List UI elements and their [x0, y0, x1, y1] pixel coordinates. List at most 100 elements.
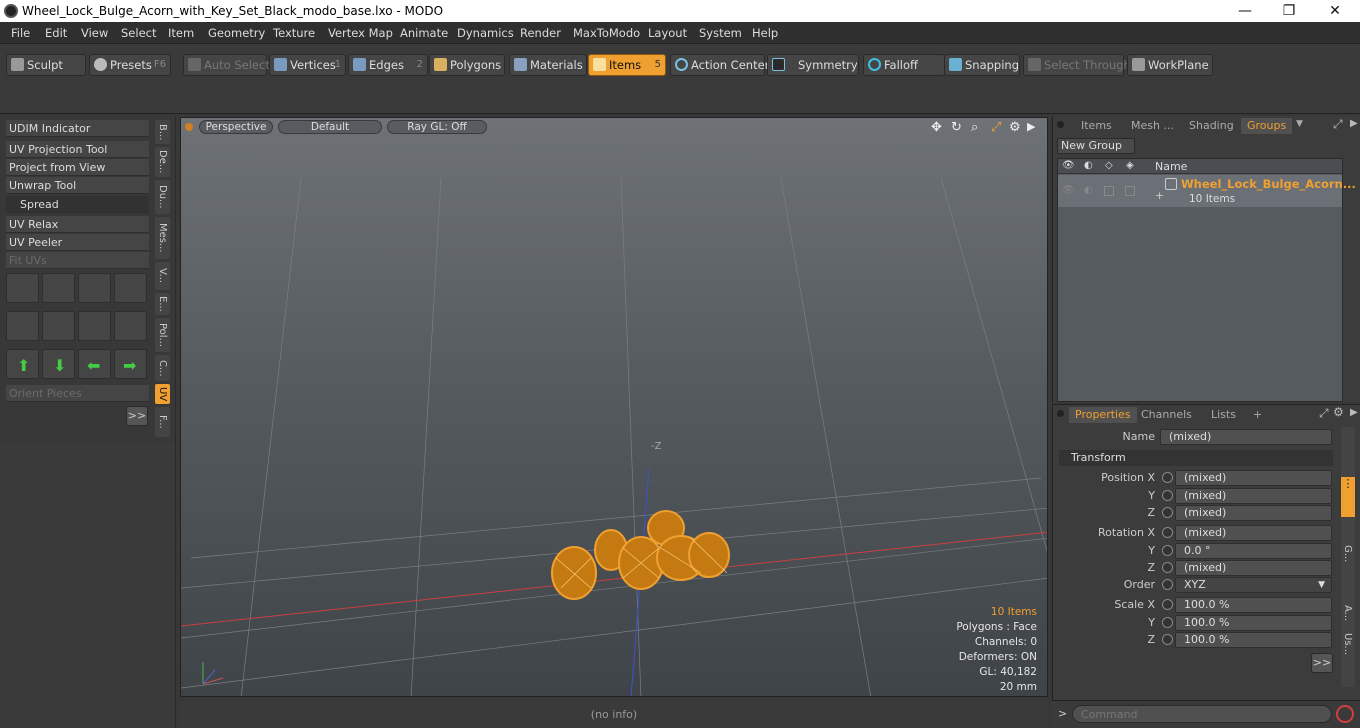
scale-y-anim-icon[interactable] — [1162, 617, 1173, 628]
arrow-left-icon[interactable]: ⬅ — [78, 349, 111, 379]
rotation-y-anim-icon[interactable] — [1162, 545, 1173, 556]
order-dropdown[interactable]: XYZ ▼ — [1175, 577, 1332, 593]
udim-indicator-button[interactable]: UDIM Indicator — [6, 120, 149, 137]
menu-geometry[interactable]: Geometry — [208, 26, 265, 40]
vtab-curve[interactable]: C... — [155, 355, 170, 381]
tab-properties[interactable]: Properties — [1069, 407, 1137, 423]
vtab-duplicate[interactable]: Du... — [155, 180, 170, 214]
3d-viewport[interactable]: Perspective Default Ray GL: Off ✥ ↻ ⌕ ⤢ … — [180, 117, 1048, 697]
uv-transform-icon[interactable] — [6, 273, 39, 303]
more-tools-button[interactable]: >> — [126, 406, 148, 426]
scale-z-anim-icon[interactable] — [1162, 634, 1173, 645]
rotation-z-field[interactable]: (mixed) — [1175, 560, 1332, 576]
fit-uvs-button[interactable]: Fit UVs — [6, 252, 149, 269]
close-button[interactable]: ✕ — [1320, 2, 1350, 20]
minimize-button[interactable]: — — [1230, 2, 1260, 20]
rotation-y-field[interactable]: 0.0 ° — [1175, 543, 1332, 559]
tab-mesh[interactable]: Mesh ... — [1131, 118, 1174, 134]
materials-button[interactable]: Materials — [509, 54, 587, 76]
name-field[interactable]: (mixed) — [1160, 429, 1332, 445]
rotation-x-field[interactable]: (mixed) — [1175, 525, 1332, 541]
panel-expand-icon[interactable]: ▶ — [1350, 118, 1358, 129]
vtab-vertex[interactable]: V... — [155, 262, 170, 290]
menu-render[interactable]: Render — [520, 26, 561, 40]
menu-dynamics[interactable]: Dynamics — [457, 26, 514, 40]
maximize-button[interactable]: ❐ — [1274, 2, 1304, 20]
snapping-button[interactable]: Snapping — [944, 54, 1020, 76]
presets-button[interactable]: Presets F6 — [89, 54, 171, 76]
arrow-right-icon[interactable]: ➡ — [114, 349, 147, 379]
uv-relax-button[interactable]: UV Relax — [6, 216, 149, 233]
tab-items[interactable]: Items — [1081, 118, 1112, 134]
row-lock-icon[interactable]: ◐ — [1084, 185, 1093, 196]
scale-z-field[interactable]: 100.0 % — [1175, 632, 1332, 648]
position-y-anim-icon[interactable] — [1162, 490, 1173, 501]
uv-rotate-icon[interactable] — [42, 273, 75, 303]
rotation-z-anim-icon[interactable] — [1162, 562, 1173, 573]
rotation-x-anim-icon[interactable] — [1162, 527, 1173, 538]
symmetry-button[interactable]: Symmetry — [767, 54, 859, 76]
polygons-button[interactable]: Polygons — [429, 54, 505, 76]
uv-grid-icon[interactable] — [42, 311, 75, 341]
position-z-anim-icon[interactable] — [1162, 507, 1173, 518]
group-row[interactable]: 👁 ◐ + Wheel_Lock_Bulge_Acorn... 10 Items — [1058, 175, 1356, 207]
props-menu-icon[interactable] — [1057, 410, 1064, 417]
props-expand-icon[interactable]: ▶ — [1350, 407, 1358, 418]
render-column-icon[interactable]: ◈ — [1126, 160, 1134, 171]
menu-texture[interactable]: Texture — [273, 26, 315, 40]
props-settings-gear-icon[interactable]: ⚙ — [1333, 405, 1344, 419]
uv-warp-icon[interactable] — [6, 311, 39, 341]
menu-select[interactable]: Select — [121, 26, 156, 40]
arrow-down-icon[interactable]: ⬇ — [42, 349, 75, 379]
tab-channels[interactable]: Channels — [1141, 407, 1192, 423]
side-tab-g[interactable]: G... — [1342, 545, 1353, 562]
uv-box-icon[interactable] — [114, 273, 147, 303]
menu-system[interactable]: System — [699, 26, 742, 40]
visibility-eye-icon[interactable]: 👁 — [1062, 160, 1075, 171]
vtab-basic[interactable]: B... — [155, 120, 170, 144]
expand-plus-icon[interactable]: + — [1155, 189, 1164, 202]
position-z-field[interactable]: (mixed) — [1175, 505, 1332, 521]
sculpt-button[interactable]: Sculpt — [6, 54, 86, 76]
menu-vertex-map[interactable]: Vertex Map — [328, 26, 393, 40]
tab-lists[interactable]: Lists — [1211, 407, 1236, 423]
record-macro-icon[interactable] — [1336, 705, 1354, 723]
menu-edit[interactable]: Edit — [45, 26, 67, 40]
row-visibility-icon[interactable]: 👁 — [1062, 185, 1075, 196]
side-tab-us[interactable]: Us... — [1342, 633, 1353, 655]
auto-select-button[interactable]: Auto Select — [183, 54, 270, 76]
vtab-uv[interactable]: UV — [155, 384, 170, 404]
tab-shading[interactable]: Shading — [1189, 118, 1234, 134]
vtab-deform[interactable]: De... — [155, 147, 170, 177]
spread-group-header[interactable]: Spread — [6, 196, 149, 213]
row-select-checkbox[interactable] — [1104, 186, 1114, 196]
workplane-button[interactable]: WorkPlane — [1127, 54, 1213, 76]
props-maximize-icon[interactable]: ⤢ — [1319, 406, 1329, 421]
tab-groups[interactable]: Groups — [1241, 118, 1293, 134]
uv-projection-tool-button[interactable]: UV Projection Tool — [6, 141, 149, 158]
vtab-polygon[interactable]: Pol... — [155, 318, 170, 352]
vtab-mesh-edit[interactable]: Mes... — [155, 217, 170, 259]
order-anim-icon[interactable] — [1162, 579, 1173, 590]
position-y-field[interactable]: (mixed) — [1175, 488, 1332, 504]
menu-item[interactable]: Item — [168, 26, 194, 40]
vtab-edge[interactable]: E... — [155, 293, 170, 315]
menu-animate[interactable]: Animate — [400, 26, 448, 40]
row-render-checkbox[interactable] — [1125, 186, 1135, 196]
new-group-button[interactable]: New Group — [1057, 138, 1135, 154]
menu-layout[interactable]: Layout — [648, 26, 687, 40]
uv-sphere-icon[interactable] — [114, 311, 147, 341]
more-props-button[interactable]: >> — [1311, 653, 1333, 673]
add-tab-button[interactable]: + — [1253, 407, 1262, 423]
transform-section-header[interactable]: Transform — [1059, 450, 1333, 466]
select-through-button[interactable]: Select Through — [1023, 54, 1131, 76]
position-x-anim-icon[interactable] — [1162, 472, 1173, 483]
items-button[interactable]: Items 5 — [588, 54, 666, 76]
vertices-button[interactable]: Vertices 1 — [269, 54, 346, 76]
side-tab-a[interactable]: A... — [1342, 605, 1353, 621]
panel-maximize-icon[interactable]: ⤢ — [1333, 117, 1343, 132]
unwrap-tool-button[interactable]: Unwrap Tool — [6, 177, 149, 194]
group-name[interactable]: Wheel_Lock_Bulge_Acorn... — [1181, 177, 1356, 191]
tabs-dropdown-icon[interactable]: ▼ — [1296, 119, 1303, 129]
falloff-button[interactable]: Falloff — [863, 54, 945, 76]
